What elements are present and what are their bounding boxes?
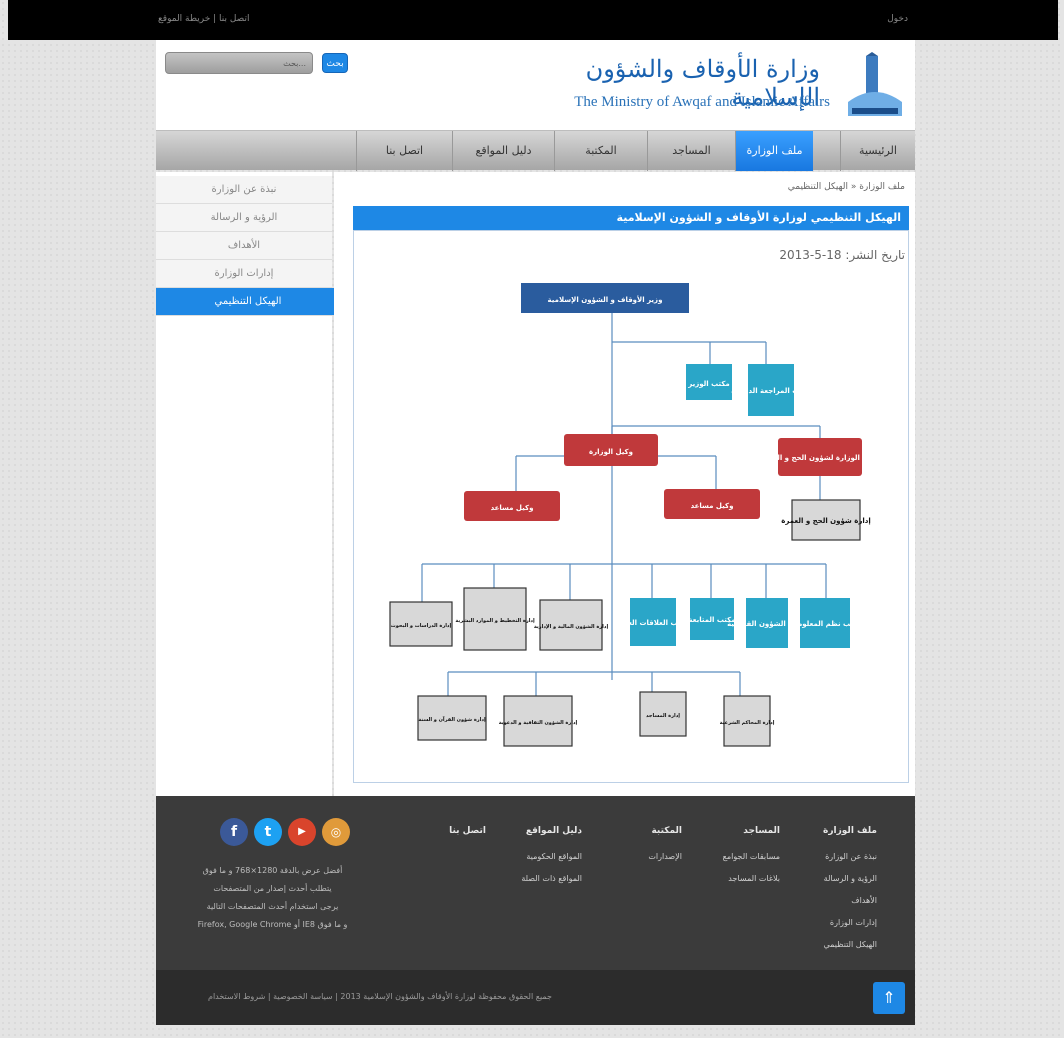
minister-office-label: مكتب الوزير — [687, 380, 730, 388]
footer-link[interactable]: إدارات الوزارة — [787, 918, 877, 927]
undersecretary-hajj-label: وكيل الوزارة لشؤون الحج و العمرة — [760, 454, 880, 462]
ministry-emblem-icon — [848, 52, 902, 116]
sidebar-item-departments[interactable]: إدارات الوزارة — [156, 260, 332, 288]
footer-link[interactable]: الرؤية و الرسالة — [787, 874, 877, 883]
footer-link[interactable]: مسابقات الجوامع — [690, 852, 780, 861]
nav-ministry-profile[interactable]: ملف الوزارة — [735, 131, 813, 171]
nav-mosques[interactable]: المساجد — [647, 131, 735, 171]
dept-row-2: إدارة شؤون القرآن و السنة إدارة الشؤون ا… — [417, 691, 775, 747]
facebook-icon[interactable]: f — [220, 818, 248, 846]
dept-culture-label: إدارة الشؤون الثقافية و الدعوية — [499, 720, 578, 726]
dept-quran-label: إدارة شؤون القرآن و السنة — [418, 715, 486, 723]
footer-note-3: يرجى استخدام أحدث المتصفحات التالية — [206, 902, 339, 911]
hajj-dept-label: إدارة شؤون الحج و العمرة — [781, 517, 871, 525]
back-to-top-button[interactable]: ⇑ — [873, 982, 905, 1014]
copyright-text: جميع الحقوق محفوظة لوزارة الأوقاف والشؤو… — [208, 992, 552, 1001]
dept-row-1: إدارة الدراسات و البحوث إدارة التخطيط و … — [389, 587, 609, 651]
minister-label: وزير الأوقاف و الشؤون الإسلامية — [548, 295, 663, 304]
footer-col-head-contact[interactable]: اتصل بنا — [396, 826, 486, 836]
dept-finance-label: إدارة الشؤون المالية و الإدارية — [534, 624, 609, 630]
nav-sites-directory[interactable]: دليل المواقع — [452, 131, 554, 171]
search-button[interactable]: بحث — [322, 53, 348, 73]
nav-home[interactable]: الرئيسية — [840, 131, 915, 171]
breadcrumb[interactable]: ملف الوزارة « الهيكل التنظيمي — [700, 182, 905, 192]
logo-english: The Ministry of Awqaf and Islamic Affair… — [574, 94, 830, 110]
main-nav: الرئيسية ملف الوزارة المساجد المكتبة دلي… — [156, 130, 915, 171]
sidebar-item-about[interactable]: نبذة عن الوزارة — [156, 176, 332, 204]
top-links[interactable]: اتصل بنا | خريطة الموقع — [158, 14, 250, 24]
footer-link[interactable]: المواقع ذات الصلة — [492, 874, 582, 883]
office-row-1: مكتب العلاقات العامة مكتب المتابعة مكتب … — [617, 598, 862, 648]
sidebar-item-goals[interactable]: الأهداف — [156, 232, 332, 260]
nav-contact[interactable]: اتصل بنا — [356, 131, 452, 171]
office-pr-label: مكتب العلاقات العامة — [617, 619, 689, 627]
youtube-icon[interactable]: ▶ — [288, 818, 316, 846]
footer-link[interactable]: الأهداف — [787, 896, 877, 905]
footer-note-2: يتطلب أحدث إصدار من المتصفحات — [213, 884, 332, 893]
assistant-undersecretary-left-label: وكيل مساعد — [491, 504, 534, 512]
footer-note-4: Firefox, Google Chrome أو IE8 و ما فوق — [197, 920, 348, 929]
sidebar-item-org-structure[interactable]: الهيكل التنظيمي — [156, 288, 350, 316]
arrow-up-icon: ⇑ — [882, 988, 896, 1007]
nav-library[interactable]: المكتبة — [554, 131, 647, 171]
top-bar: اتصل بنا | خريطة الموقع دخول — [8, 0, 1058, 40]
office-it-label: مكتب نظم المعلومات — [788, 620, 861, 628]
footer-link[interactable]: الهيكل التنظيمي — [787, 940, 877, 949]
search-input[interactable]: بحث... — [165, 52, 313, 74]
footer-link[interactable]: بلاغات المساجد — [690, 874, 780, 883]
footer-col-head-mosques[interactable]: المساجد — [690, 826, 780, 836]
footer-col-head-sites[interactable]: دليل المواقع — [492, 826, 582, 836]
sidebar-item-vision[interactable]: الرؤية و الرسالة — [156, 204, 332, 232]
twitter-icon[interactable]: t — [254, 818, 282, 846]
assistant-undersecretary-right-label: وكيل مساعد — [691, 502, 734, 510]
footer-link[interactable]: نبذة عن الوزارة — [787, 852, 877, 861]
footer-link[interactable]: المواقع الحكومية — [492, 852, 582, 861]
sidebar: نبذة عن الوزارة الرؤية و الرسالة الأهداف… — [156, 172, 350, 796]
dept-courts-label: إدارة المحاكم الشرعية — [720, 720, 775, 726]
footer-link[interactable]: الإصدارات — [592, 852, 682, 861]
rss-icon[interactable]: ◎ — [322, 818, 350, 846]
login-link[interactable]: دخول — [887, 14, 908, 24]
internal-audit-label: مكتب المراجعة الداخلية — [731, 387, 811, 395]
footer-col-head-ministry[interactable]: ملف الوزارة — [787, 826, 877, 836]
publish-date: تاريخ النشر: 18-5-2013 — [779, 248, 905, 262]
org-chart: وزير الأوقاف و الشؤون الإسلامية مكتب الو… — [389, 283, 880, 747]
footer-col-head-library[interactable]: المكتبة — [592, 826, 682, 836]
page-title: الهيكل التنظيمي لوزارة الأوقاف و الشؤون … — [353, 206, 909, 230]
undersecretary-label: وكيل الوزارة — [589, 448, 633, 456]
dept-mosques-label: إدارة المساجد — [646, 713, 680, 719]
dept-research-label: إدارة الدراسات و البحوث — [391, 623, 452, 629]
dept-planning-label: إدارة التخطيط و الموارد البشرية — [455, 618, 535, 624]
logo-arabic: وزارة الأوقاف والشؤون الإسلامية — [585, 55, 820, 111]
footer-note-1: أفضل عرض بالدقة 1280×768 و ما فوق — [202, 866, 343, 875]
